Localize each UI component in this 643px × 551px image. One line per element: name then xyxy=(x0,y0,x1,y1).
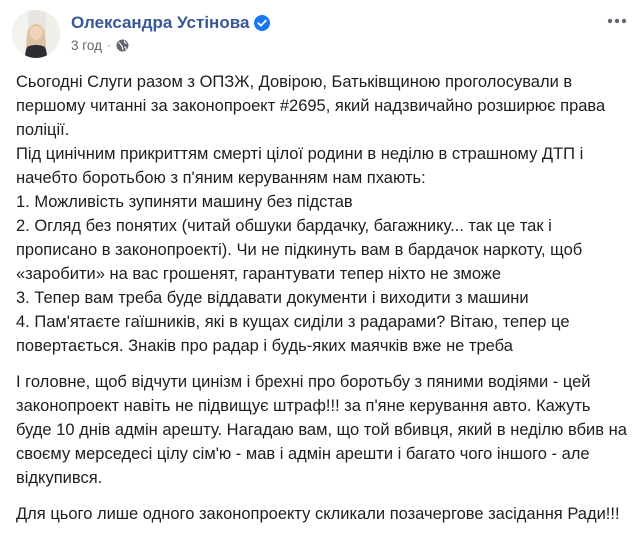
post-header: Олександра Устінова 3 год · xyxy=(12,10,271,60)
facebook-post: Олександра Устінова 3 год · Сьогодні Слу… xyxy=(0,0,643,551)
avatar-photo xyxy=(12,10,60,58)
post-time-row: 3 год · xyxy=(71,38,270,53)
author-row: Олександра Устінова xyxy=(71,12,271,34)
post-paragraph: Сьогодні Слуги разом з ОПЗЖ, Довірою, Ба… xyxy=(16,73,606,355)
post-paragraph: І головне, щоб відчути цинізм і брехні п… xyxy=(16,373,627,487)
meta-separator: · xyxy=(106,39,111,52)
post-meta: Олександра Устінова 3 год · xyxy=(71,10,271,53)
post-paragraph: Для цього лише одного законопроекту скли… xyxy=(16,505,620,523)
avatar[interactable] xyxy=(12,10,60,58)
more-options-icon xyxy=(607,11,627,29)
more-options-button[interactable] xyxy=(605,10,629,30)
author-name[interactable]: Олександра Устінова xyxy=(71,13,249,33)
post-body: Сьогодні Слуги разом з ОПЗЖ, Довірою, Ба… xyxy=(16,70,628,526)
verified-badge-icon xyxy=(254,15,271,31)
globe-icon[interactable] xyxy=(116,39,129,52)
post-timestamp[interactable]: 3 год xyxy=(71,38,102,53)
